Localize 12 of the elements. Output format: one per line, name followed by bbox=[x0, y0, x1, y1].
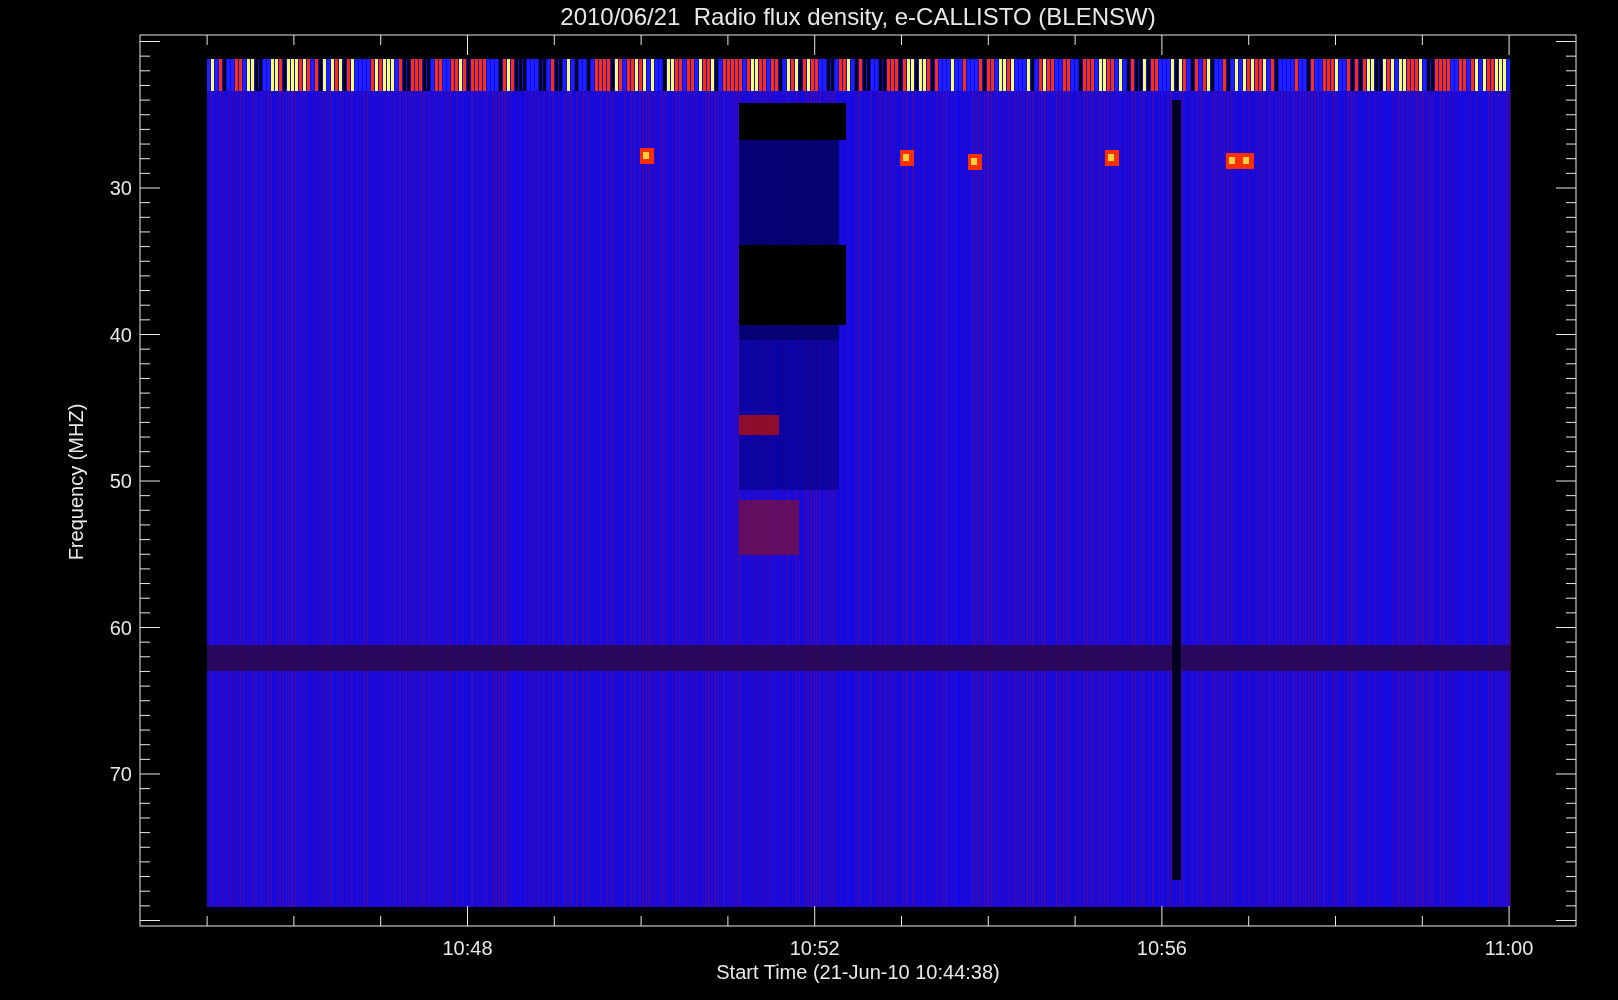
y-tick-label: 70 bbox=[109, 763, 132, 785]
y-axis-label: Frequency (MHZ) bbox=[65, 403, 87, 561]
y-tick-label: 50 bbox=[109, 470, 132, 492]
y-tick-label: 30 bbox=[109, 177, 132, 199]
x-axis-label: Start Time (21-Jun-10 10:44:38) bbox=[716, 961, 1000, 983]
y-tick-label: 60 bbox=[109, 616, 132, 639]
y-tick-label: 40 bbox=[109, 323, 132, 346]
chart-title: 2010/06/21 Radio flux density, e-CALLISTO (BLENSW) bbox=[560, 3, 1156, 30]
x-tick-label: 10:48 bbox=[442, 937, 493, 959]
x-tick-label: 10:56 bbox=[1136, 937, 1187, 959]
x-tick-label: 11:00 bbox=[1484, 937, 1534, 959]
x-tick-label: 10:52 bbox=[789, 937, 840, 959]
